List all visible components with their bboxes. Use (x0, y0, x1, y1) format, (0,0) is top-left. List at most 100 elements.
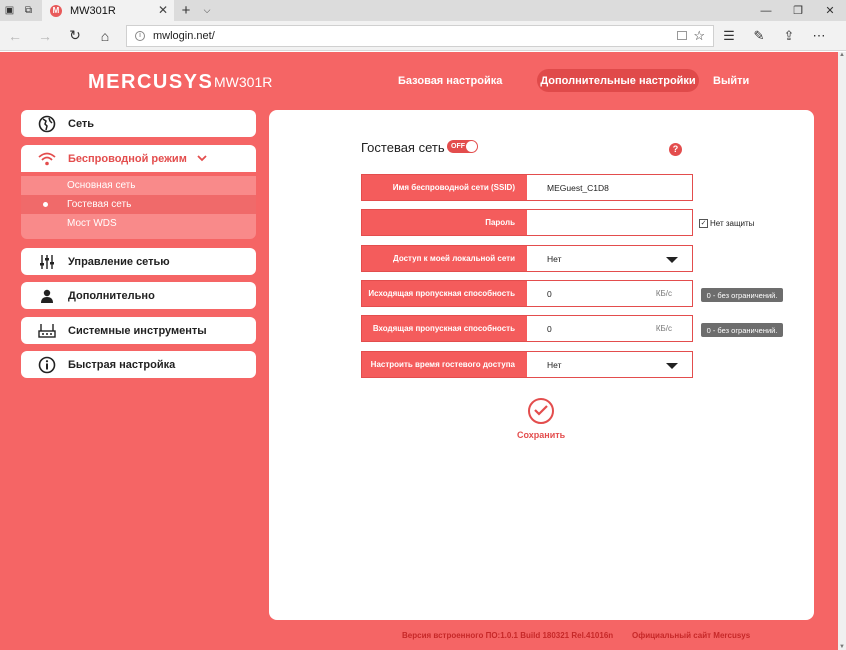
tab-list-chevron-icon[interactable]: ⌵ (198, 0, 216, 21)
download-unit: КБ/с (655, 324, 672, 333)
set-aside-tabs-icon[interactable]: ⧉ (19, 0, 38, 21)
page-title: Гостевая сеть (361, 140, 445, 155)
info-icon (37, 355, 57, 375)
back-arrow-icon[interactable]: ← (0, 28, 30, 44)
minimize-button[interactable]: — (750, 0, 782, 21)
home-icon[interactable]: ⌂ (90, 28, 120, 44)
toggle-knob (466, 141, 477, 152)
sidebar-item-wireless[interactable]: Беспроводной режим (21, 145, 256, 172)
guest-network-toggle[interactable]: OFF (447, 140, 478, 153)
access-schedule-value: Нет (547, 359, 562, 370)
scroll-down-icon[interactable]: ▼ (838, 644, 846, 650)
sidebar-item-label: Системные инструменты (68, 324, 207, 337)
dropdown-caret-icon (666, 257, 678, 263)
upload-bandwidth-row: Исходящая пропускная способность 0 КБ/с (361, 280, 693, 307)
lan-access-select[interactable]: Нет (527, 246, 692, 271)
submenu-item-guest-network[interactable]: Гостевая сеть (21, 195, 256, 214)
ssid-row: Имя беспроводной сети (SSID) MEGuest_C1D… (361, 174, 693, 201)
site-info-icon[interactable]: i (135, 30, 145, 41)
scroll-up-icon[interactable]: ▲ (838, 52, 846, 58)
globe-icon (37, 114, 57, 134)
sidebar-item-network[interactable]: Сеть (21, 110, 256, 137)
toggle-label: OFF (451, 143, 465, 150)
favorites-list-icon[interactable]: ☰ (714, 28, 744, 44)
firmware-version: Версия встроенного ПО:1.0.1 Build 180321… (402, 631, 614, 640)
sidebar-item-label: Дополнительно (68, 289, 155, 302)
download-bandwidth-label: Входящая пропускная способность (362, 316, 527, 341)
lan-access-value: Нет (547, 253, 562, 264)
restore-button[interactable]: ❐ (782, 0, 814, 21)
download-hint-badge: 0 - без ограничений. (701, 323, 783, 337)
no-protection-checkbox[interactable]: ✓ Нет защиты (699, 219, 754, 228)
refresh-icon[interactable]: ↻ (60, 27, 90, 44)
tab-close-icon[interactable]: ✕ (158, 3, 168, 17)
router-admin-page: MERCUSYS MW301R Базовая настройка Дополн… (0, 52, 838, 650)
wifi-icon (37, 149, 57, 169)
address-bar[interactable]: i mwlogin.net/ ☆ (126, 24, 714, 47)
sidebar-item-advanced[interactable]: Дополнительно (21, 282, 256, 309)
page-scrollbar[interactable]: ▲ ▼ (838, 52, 846, 650)
access-schedule-row: Настроить время гостевого доступа Нет (361, 351, 693, 378)
new-tab-button[interactable]: + (174, 0, 198, 21)
browser-toolbar: ← → ↻ ⌂ i mwlogin.net/ ☆ ☰ ✎ ⇪ ⋯ (0, 21, 846, 51)
password-label: Пароль (362, 210, 527, 235)
official-site-link[interactable]: Официальный сайт Mercusys (632, 631, 750, 640)
sidebar-item-system-tools[interactable]: Системные инструменты (21, 317, 256, 344)
upload-bandwidth-input[interactable]: 0 КБ/с (527, 281, 692, 306)
submenu-label: Мост WDS (67, 218, 117, 229)
dropdown-caret-icon (666, 363, 678, 369)
router-icon (37, 321, 57, 341)
upload-bandwidth-value: 0 (547, 288, 552, 299)
ssid-input[interactable]: MEGuest_C1D8 (527, 175, 692, 200)
sidebar-item-label: Управление сетью (68, 255, 170, 268)
lan-access-label: Доступ к моей локальной сети (362, 246, 527, 271)
upload-bandwidth-label: Исходящая пропускная способность (362, 281, 527, 306)
tab-actions-icon[interactable]: ▣ (0, 0, 19, 21)
sidebar-item-label: Быстрая настройка (68, 358, 176, 371)
mercusys-favicon-icon: M (50, 4, 62, 17)
nav-advanced-settings[interactable]: Дополнительные настройки (537, 69, 699, 92)
pen-notes-icon[interactable]: ✎ (744, 28, 774, 44)
save-check-icon[interactable] (528, 398, 554, 424)
submenu-item-wds-bridge[interactable]: Мост WDS (21, 214, 256, 233)
password-row: Пароль (361, 209, 693, 236)
tab-title: MW301R (70, 4, 116, 17)
submenu-label: Основная сеть (67, 180, 136, 191)
more-menu-icon[interactable]: ⋯ (804, 28, 834, 44)
upload-unit: КБ/с (655, 289, 672, 298)
password-input[interactable] (527, 210, 692, 235)
chevron-down-icon (197, 153, 207, 165)
download-bandwidth-input[interactable]: 0 КБ/с (527, 316, 692, 341)
checkbox-check-icon: ✓ (699, 219, 708, 228)
sidebar-item-quick-setup[interactable]: Быстрая настройка (21, 351, 256, 378)
mercusys-logo: MERCUSYS (88, 71, 214, 93)
guest-network-panel: Гостевая сеть OFF ? Имя беспроводной сет… (269, 110, 814, 620)
sidebar-item-label: Беспроводной режим (68, 152, 187, 165)
lan-access-row: Доступ к моей локальной сети Нет (361, 245, 693, 272)
forward-arrow-icon[interactable]: → (30, 28, 60, 44)
sidebar-item-network-control[interactable]: Управление сетью (21, 248, 256, 275)
upload-hint-badge: 0 - без ограничений. (701, 288, 783, 302)
download-bandwidth-row: Входящая пропускная способность 0 КБ/с (361, 315, 693, 342)
close-window-button[interactable]: ✕ (814, 0, 846, 21)
reading-view-icon[interactable] (677, 31, 688, 40)
wireless-submenu: Основная сеть Гостевая сеть Мост WDS (21, 176, 256, 239)
active-dot-icon (43, 202, 48, 207)
submenu-item-main-network[interactable]: Основная сеть (21, 176, 256, 195)
help-icon[interactable]: ? (669, 143, 682, 156)
access-schedule-select[interactable]: Нет (527, 352, 692, 377)
browser-tab[interactable]: M MW301R ✕ (42, 0, 174, 21)
model-name: MW301R (214, 74, 273, 90)
window-controls: — ❐ ✕ (750, 0, 846, 21)
url-text: mwlogin.net/ (153, 29, 215, 42)
download-bandwidth-value: 0 (547, 323, 552, 334)
nav-logout[interactable]: Выйти (713, 75, 749, 87)
nav-basic-setup[interactable]: Базовая настройка (398, 75, 502, 87)
browser-titlebar: ▣ ⧉ M MW301R ✕ + ⌵ — ❐ ✕ (0, 0, 846, 21)
favorite-star-icon[interactable]: ☆ (693, 28, 705, 44)
ssid-label: Имя беспроводной сети (SSID) (362, 175, 527, 200)
save-button[interactable]: Сохранить (517, 430, 565, 440)
sliders-icon (37, 252, 57, 272)
sidebar-item-label: Сеть (68, 117, 95, 130)
share-icon[interactable]: ⇪ (774, 28, 804, 44)
